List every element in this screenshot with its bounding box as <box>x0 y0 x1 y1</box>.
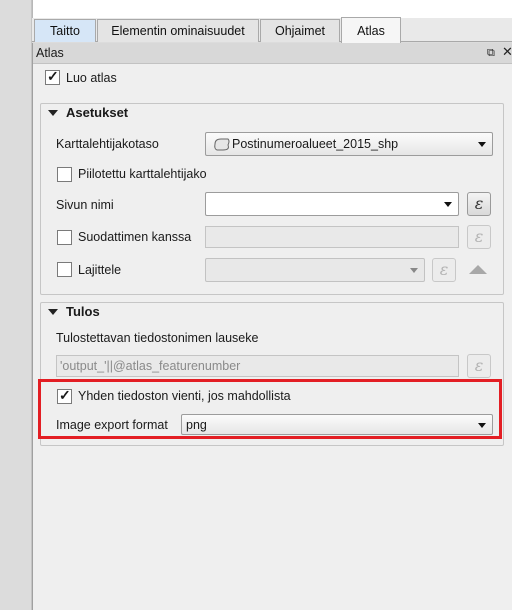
hidden-coverage-label: Piilotettu karttalehtijako <box>78 167 207 181</box>
page-name-label: Sivun nimi <box>56 198 114 212</box>
checkmark-icon: ✓ <box>47 68 59 84</box>
output-title: Tulos <box>66 304 100 319</box>
coverage-layer-value: Postinumeroalueet_2015_shp <box>232 137 399 151</box>
tab-atlas[interactable]: Atlas <box>341 17 401 43</box>
filter-expression-button[interactable]: ε <box>467 225 491 249</box>
highlight-box <box>38 379 502 439</box>
coverage-layer-label: Karttalehtijakotaso <box>56 137 159 151</box>
filename-expression-value: 'output_'||@atlas_featurenumber <box>60 359 241 373</box>
filter-expression-field[interactable] <box>205 226 459 248</box>
dropdown-arrow-icon <box>444 202 452 207</box>
top-canvas-area <box>32 0 512 18</box>
generate-atlas-checkbox[interactable]: ✓ <box>45 68 60 85</box>
generate-atlas-label: Luo atlas <box>66 71 117 85</box>
sort-label: Lajittele <box>78 263 122 277</box>
collapse-triangle-icon[interactable] <box>48 309 58 315</box>
tab-taitto[interactable]: Taitto <box>34 19 96 42</box>
page-name-expression-button[interactable]: ε <box>467 192 491 216</box>
filename-expression-label: Tulostettavan tiedostonimen lauseke <box>56 331 259 345</box>
dock-title-bar: Atlas ⧉ ✕ <box>33 43 512 64</box>
sort-field-combo[interactable] <box>205 258 425 282</box>
page-name-combo[interactable] <box>205 192 459 216</box>
dock-title: Atlas <box>36 46 64 60</box>
dropdown-arrow-icon <box>410 268 418 273</box>
tab-item-properties[interactable]: Elementin ominaisuudet <box>97 19 259 42</box>
sort-expression-button[interactable]: ε <box>432 258 456 282</box>
polygon-layer-icon <box>214 138 230 151</box>
left-strip <box>0 0 32 610</box>
settings-title: Asetukset <box>66 105 129 120</box>
tab-bar: Taitto Elementin ominaisuudet Ohjaimet A… <box>32 17 512 43</box>
sort-ascending-icon[interactable] <box>469 265 487 274</box>
filename-expression-button[interactable]: ε <box>467 354 491 378</box>
close-icon[interactable]: ✕ <box>502 45 512 58</box>
collapse-triangle-icon[interactable] <box>48 110 58 116</box>
filename-expression-field[interactable]: 'output_'||@atlas_featurenumber <box>56 355 459 377</box>
dropdown-arrow-icon <box>478 142 486 147</box>
sort-checkbox[interactable] <box>57 262 72 277</box>
coverage-layer-combo[interactable]: Postinumeroalueet_2015_shp <box>205 132 493 156</box>
hidden-coverage-checkbox[interactable] <box>57 167 72 182</box>
filter-label: Suodattimen kanssa <box>78 230 192 244</box>
filter-checkbox[interactable] <box>57 230 72 245</box>
float-icon[interactable]: ⧉ <box>487 47 495 59</box>
tab-guides[interactable]: Ohjaimet <box>260 19 340 42</box>
